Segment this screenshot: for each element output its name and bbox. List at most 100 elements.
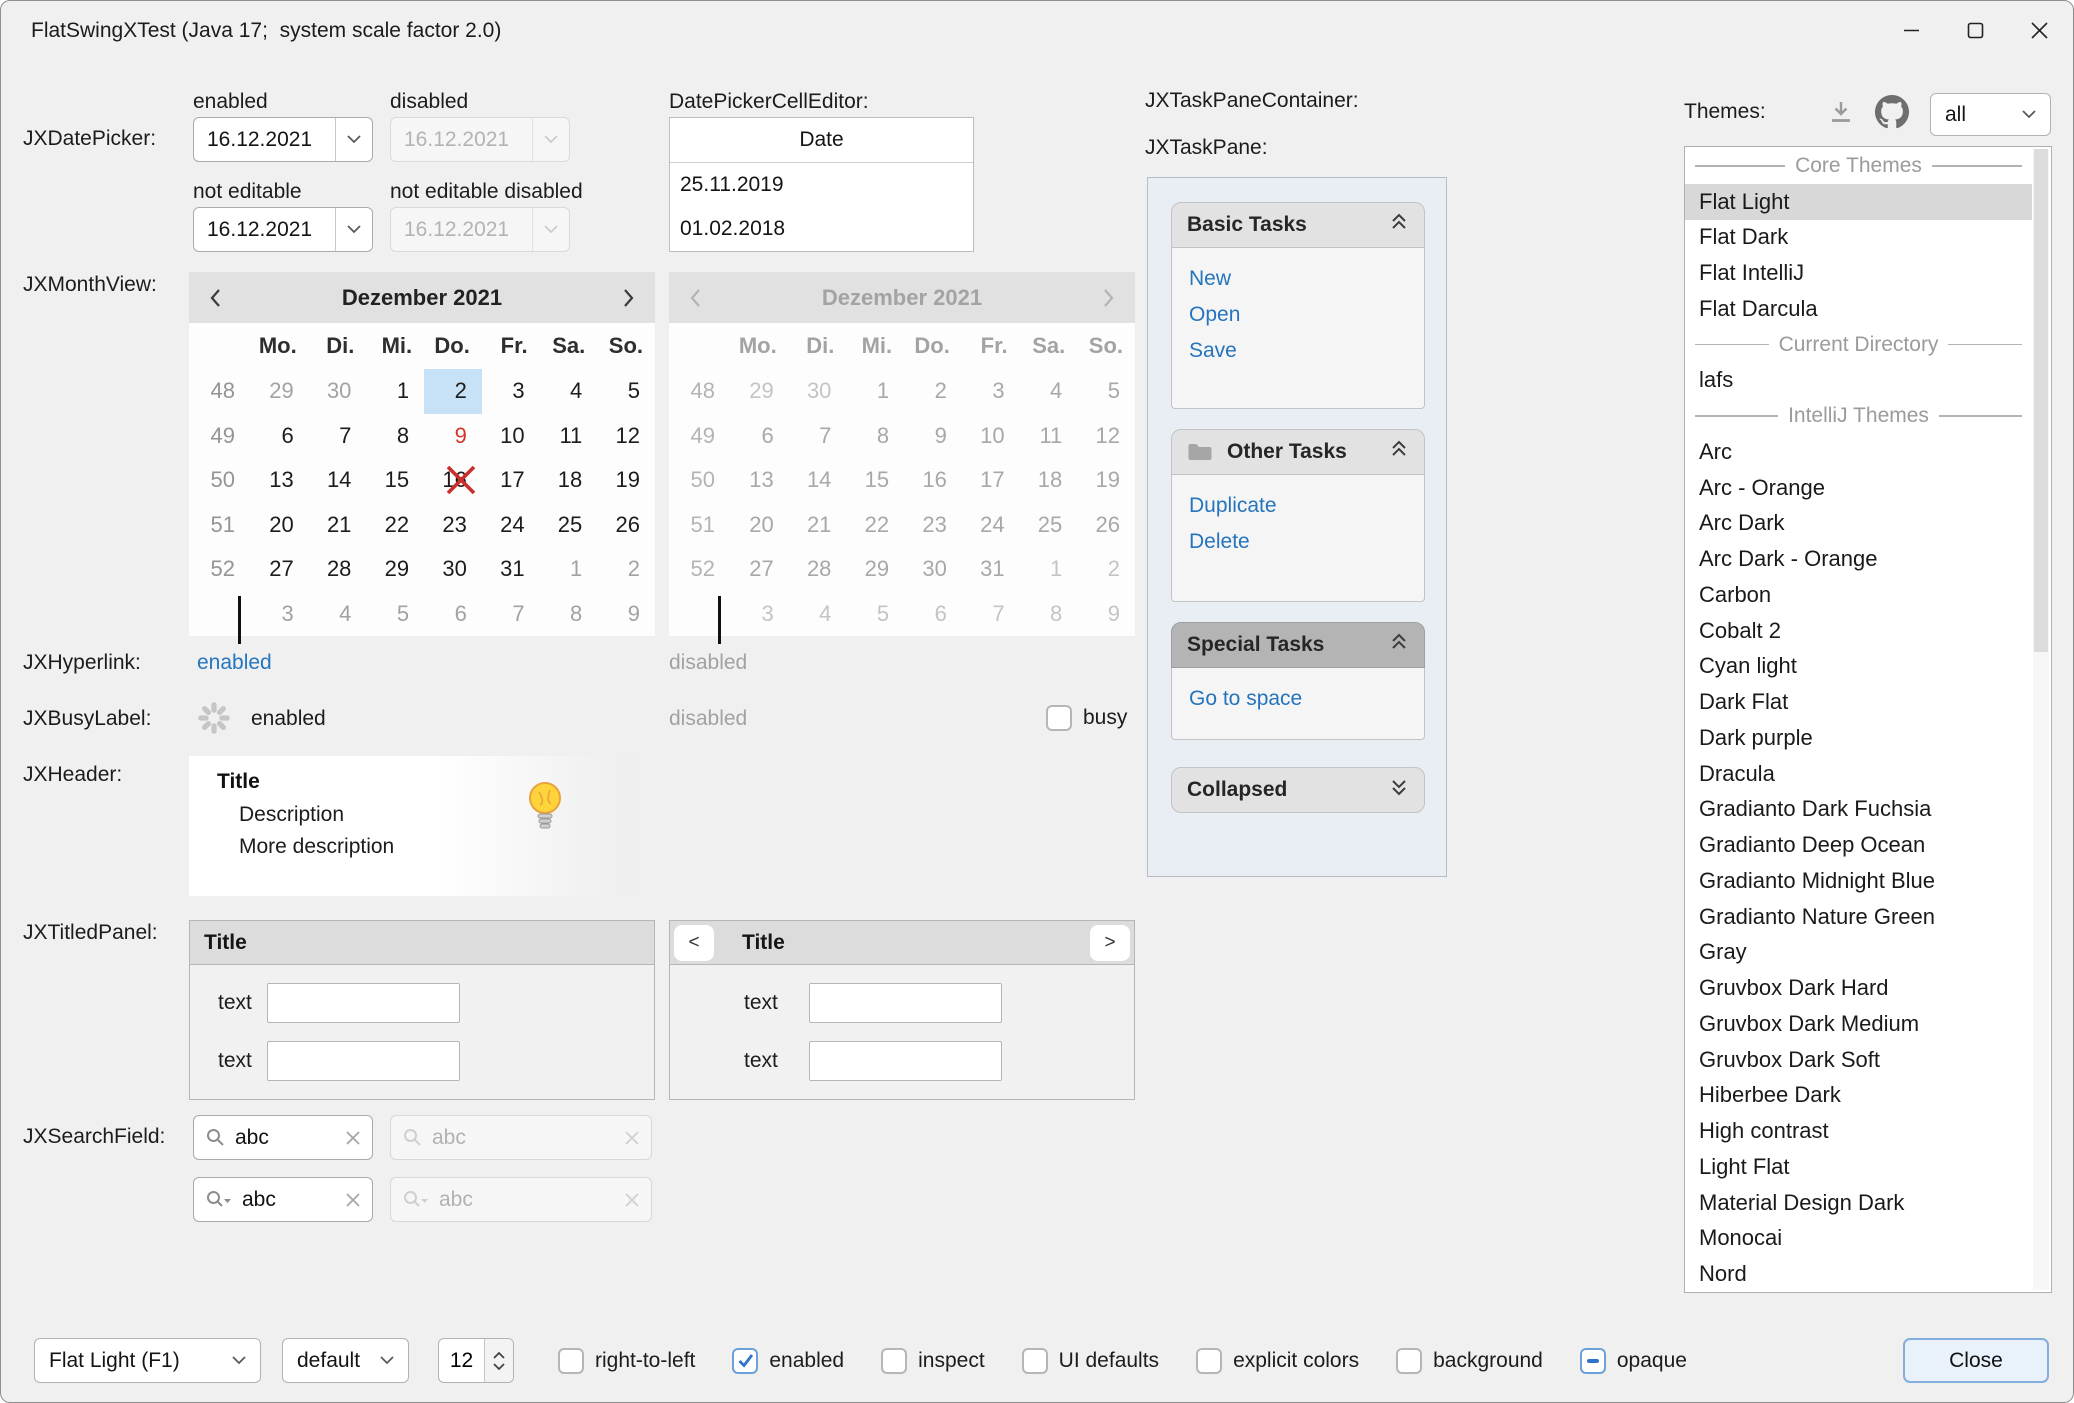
day-cell[interactable]: 10 (482, 414, 540, 459)
day-cell[interactable]: 9 (597, 592, 655, 637)
theme-item[interactable]: High contrast (1685, 1113, 2032, 1149)
datepicker-not-editable[interactable]: 16.12.2021 (193, 207, 373, 252)
checkbox-explicit-colors[interactable]: explicit colors (1196, 1348, 1359, 1374)
day-cell[interactable]: 29 (366, 547, 424, 592)
clear-icon[interactable] (346, 1131, 360, 1145)
day-cell[interactable]: 3 (482, 369, 540, 414)
theme-item[interactable]: Gray (1685, 935, 2032, 971)
chevron-double-up-icon[interactable] (1389, 211, 1409, 239)
titled-panel-prev-button[interactable]: < (674, 925, 714, 961)
day-cell[interactable]: 19 (597, 458, 655, 503)
day-cell[interactable]: 30 (309, 369, 367, 414)
theme-item[interactable]: Flat Darcula (1685, 291, 2032, 327)
theme-item[interactable]: Gradianto Dark Fuchsia (1685, 792, 2032, 828)
day-cell[interactable]: 4 (540, 369, 598, 414)
taskpane-header[interactable]: Basic Tasks (1171, 202, 1425, 248)
day-cell[interactable]: 21 (309, 503, 367, 548)
taskpane-action-link[interactable]: Save (1172, 333, 1424, 369)
busy-checkbox[interactable]: busy (1046, 705, 1127, 731)
theme-item[interactable]: Cobalt 2 (1685, 613, 2032, 649)
theme-item[interactable]: Gruvbox Dark Soft (1685, 1042, 2032, 1078)
day-cell[interactable]: 2 (424, 369, 482, 414)
searchfield-with-menu-enabled[interactable]: abc (193, 1177, 373, 1222)
download-icon[interactable] (1825, 96, 1857, 128)
day-cell[interactable]: 12 (597, 414, 655, 459)
day-cell[interactable]: 24 (482, 503, 540, 548)
hyperlink-enabled[interactable]: enabled (197, 651, 272, 675)
github-icon[interactable] (1873, 93, 1911, 131)
day-cell[interactable]: 5 (597, 369, 655, 414)
maximize-button[interactable] (1943, 2, 2007, 58)
day-cell[interactable]: 17 (482, 458, 540, 503)
day-cell[interactable]: 16 (424, 458, 482, 503)
day-cell[interactable]: 8 (540, 592, 598, 637)
theme-item[interactable]: Gruvbox Dark Medium (1685, 1006, 2032, 1042)
theme-item[interactable]: Gradianto Midnight Blue (1685, 863, 2032, 899)
font-size-spinner[interactable]: 12 (438, 1338, 514, 1383)
theme-item[interactable]: Nord (1685, 1256, 2032, 1292)
minimize-button[interactable] (1879, 2, 1943, 58)
datepicker-enabled[interactable]: 16.12.2021 (193, 117, 373, 162)
day-cell[interactable]: 14 (309, 458, 367, 503)
checkbox-box[interactable] (558, 1348, 584, 1374)
taskpane-action-link[interactable]: Go to space (1172, 681, 1424, 717)
theme-item[interactable]: Arc (1685, 434, 2032, 470)
day-cell[interactable]: 2 (597, 547, 655, 592)
spinner-up-icon[interactable] (493, 1352, 505, 1359)
taskpane-action-link[interactable]: Delete (1172, 524, 1424, 560)
theme-item[interactable]: Arc - Orange (1685, 470, 2032, 506)
day-cell[interactable]: 11 (540, 414, 598, 459)
day-cell[interactable]: 7 (309, 414, 367, 459)
text-input[interactable] (267, 1041, 460, 1081)
checkbox-box[interactable] (1196, 1348, 1222, 1374)
chevron-double-up-icon[interactable] (1389, 438, 1409, 466)
next-month-button[interactable] (623, 288, 635, 308)
close-button[interactable]: Close (1903, 1338, 2049, 1383)
scrollbar-track[interactable] (2033, 149, 2049, 1290)
day-cell[interactable]: 23 (424, 503, 482, 548)
table-column-header[interactable]: Date (670, 118, 973, 163)
day-cell[interactable]: 7 (482, 592, 540, 637)
day-cell[interactable]: 31 (482, 547, 540, 592)
day-cell[interactable]: 5 (366, 592, 424, 637)
day-cell[interactable]: 9 (424, 414, 482, 459)
checkbox-box[interactable] (1580, 1348, 1606, 1374)
day-cell[interactable]: 15 (366, 458, 424, 503)
search-value[interactable]: abc (235, 1126, 336, 1150)
chevron-down-icon[interactable] (335, 118, 372, 161)
checkbox-enabled[interactable]: enabled (732, 1348, 844, 1374)
titled-panel-next-button[interactable]: > (1090, 925, 1130, 961)
taskpane-action-link[interactable]: Duplicate (1172, 488, 1424, 524)
checkbox-inspect[interactable]: inspect (881, 1348, 985, 1374)
theme-item[interactable]: Light Flat (1685, 1149, 2032, 1185)
search-menu-icon[interactable] (206, 1190, 232, 1209)
theme-item[interactable]: Hiberbee Dark (1685, 1078, 2032, 1114)
checkbox-box[interactable] (881, 1348, 907, 1374)
theme-item[interactable]: Dracula (1685, 756, 2032, 792)
day-cell[interactable]: 6 (251, 414, 309, 459)
chevron-double-down-icon[interactable] (1389, 776, 1409, 804)
day-cell[interactable]: 8 (366, 414, 424, 459)
day-cell[interactable]: 26 (597, 503, 655, 548)
theme-item[interactable]: Monocai (1685, 1221, 2032, 1257)
checkbox-box[interactable] (1396, 1348, 1422, 1374)
day-cell[interactable]: 13 (251, 458, 309, 503)
theme-item[interactable]: Gruvbox Dark Hard (1685, 970, 2032, 1006)
taskpane-header[interactable]: Other Tasks (1171, 429, 1425, 475)
close-window-button[interactable] (2007, 2, 2071, 58)
chevron-down-icon[interactable] (335, 208, 372, 251)
themes-filter-combo[interactable]: all (1930, 93, 2051, 136)
theme-item[interactable]: Carbon (1685, 577, 2032, 613)
taskpane-header[interactable]: Special Tasks (1171, 622, 1425, 668)
theme-item[interactable]: Gradianto Deep Ocean (1685, 827, 2032, 863)
table-row[interactable]: 25.11.2019 (670, 163, 973, 207)
taskpane-action-link[interactable]: New (1172, 261, 1424, 297)
day-cell[interactable]: 3 (251, 592, 309, 637)
day-cell[interactable]: 20 (251, 503, 309, 548)
theme-item[interactable]: Flat IntelliJ (1685, 255, 2032, 291)
checkbox-box[interactable] (1022, 1348, 1048, 1374)
scrollbar-thumb[interactable] (2034, 149, 2048, 652)
prev-month-button[interactable] (209, 288, 221, 308)
checkbox-ui-defaults[interactable]: UI defaults (1022, 1348, 1159, 1374)
spinner-down-icon[interactable] (493, 1363, 505, 1370)
